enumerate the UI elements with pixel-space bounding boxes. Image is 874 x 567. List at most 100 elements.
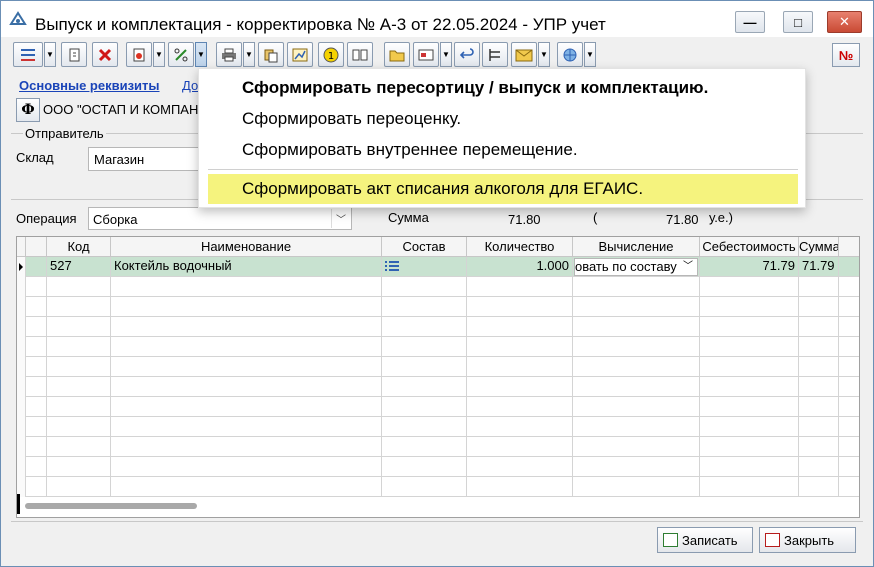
header-indicator	[17, 237, 26, 257]
sklad-field[interactable]: Магазин	[88, 147, 208, 171]
chart-icon	[292, 48, 308, 61]
sum-paren: (	[593, 210, 598, 225]
org-button[interactable]: Ф	[16, 98, 40, 122]
percent-icon	[174, 48, 188, 61]
list-dropdown[interactable]: ▼	[44, 42, 56, 67]
operation-label: Операция	[16, 211, 77, 226]
title-bar: Выпуск и комплектация - корректировка № …	[1, 1, 873, 37]
operation-select[interactable]: Сборка ﹀	[88, 207, 352, 230]
tab-second[interactable]: До	[182, 78, 198, 93]
table-row[interactable]	[17, 377, 859, 397]
header-quantity[interactable]: Количество	[467, 237, 573, 257]
row-indicator	[17, 277, 26, 297]
row-indicator	[17, 457, 26, 477]
cell-sum: 71.79	[799, 257, 839, 277]
horizontal-scrollbar[interactable]	[25, 503, 197, 509]
header-calculation[interactable]: Вычисление	[573, 237, 700, 257]
print-button[interactable]	[216, 42, 242, 67]
refresh-dropdown[interactable]: ▼	[153, 42, 165, 67]
app-window: Выпуск и комплектация - корректировка № …	[0, 0, 874, 567]
envelope-dropdown[interactable]: ▼	[538, 42, 550, 67]
print-dropdown[interactable]: ▼	[243, 42, 255, 67]
list-button[interactable]	[13, 42, 43, 67]
currency-label: у.е.)	[709, 210, 733, 225]
menu-item-regrade[interactable]: Сформировать пересортицу / выпуск и комп…	[208, 73, 798, 103]
close-window-button[interactable]: ✕	[827, 11, 862, 33]
context-menu: Сформировать пересортицу / выпуск и комп…	[198, 68, 806, 208]
items-grid[interactable]: Код Наименование Состав Количество Вычис…	[16, 236, 860, 518]
refresh-button[interactable]	[126, 42, 152, 67]
globe-dropdown[interactable]: ▼	[584, 42, 596, 67]
row-indicator	[17, 337, 26, 357]
chart-button[interactable]	[287, 42, 313, 67]
app-icon	[9, 11, 27, 25]
minimize-button[interactable]: —	[735, 11, 765, 33]
cell-composition[interactable]	[382, 257, 467, 277]
row-indicator	[17, 417, 26, 437]
calculation-combo[interactable]: овать по составу ﹀	[574, 258, 698, 276]
folder-icon	[389, 50, 405, 61]
one-icon: 1	[323, 47, 339, 62]
chevron-down-icon[interactable]: ﹀	[680, 259, 696, 275]
header-cost[interactable]: Себестоимость	[700, 237, 799, 257]
save-button[interactable]: Записать	[657, 527, 753, 553]
table-row[interactable]	[17, 297, 859, 317]
menu-item-internal-transfer[interactable]: Сформировать внутреннее перемещение.	[208, 135, 798, 165]
paste-button[interactable]	[258, 42, 284, 67]
table-row[interactable]: 527 Коктейль водочный 1.000 овать по сос…	[17, 257, 859, 277]
header-sum[interactable]: Сумма	[799, 237, 839, 257]
table-row[interactable]	[17, 277, 859, 297]
print-icon	[222, 48, 236, 61]
menu-item-egais-writeoff[interactable]: Сформировать акт списания алкоголя для Е…	[208, 174, 798, 204]
close-button[interactable]: Закрыть	[759, 527, 856, 553]
composition-list-icon[interactable]	[385, 260, 399, 272]
sender-group-label: Отправитель	[23, 126, 106, 141]
tree-button[interactable]	[482, 42, 508, 67]
row-indicator	[17, 317, 26, 337]
number-button[interactable]: №	[832, 43, 860, 67]
sum-value: 71.80	[508, 212, 541, 227]
tabs-row: Основные реквизиты До	[19, 78, 198, 93]
chevron-down-icon[interactable]: ﹀	[331, 209, 350, 228]
cell-calculation[interactable]: овать по составу ﹀	[573, 257, 700, 277]
card-icon	[418, 49, 434, 60]
envelope-button[interactable]	[511, 42, 537, 67]
copy-button[interactable]	[61, 42, 87, 67]
table-row[interactable]	[17, 457, 859, 477]
folder-button[interactable]	[384, 42, 410, 67]
percent-button[interactable]	[168, 42, 194, 67]
operation-value: Сборка	[93, 212, 138, 227]
delete-button[interactable]	[92, 42, 118, 67]
header-blank	[26, 237, 47, 257]
book-button[interactable]	[347, 42, 373, 67]
copy-icon	[69, 48, 80, 61]
maximize-button[interactable]: □	[783, 11, 813, 33]
header-code[interactable]: Код	[47, 237, 111, 257]
table-row[interactable]	[17, 477, 859, 497]
globe-button[interactable]	[557, 42, 583, 67]
one-button[interactable]: 1	[318, 42, 344, 67]
percent-dropdown[interactable]: ▼	[195, 42, 207, 67]
table-row[interactable]	[17, 337, 859, 357]
refresh-icon	[133, 48, 145, 61]
undo-button[interactable]	[454, 42, 480, 67]
close-icon: ✕	[839, 14, 850, 29]
row-indicator	[17, 397, 26, 417]
table-row[interactable]	[17, 317, 859, 337]
header-composition[interactable]: Состав	[382, 237, 467, 257]
header-name[interactable]: Наименование	[111, 237, 382, 257]
tab-main-details[interactable]: Основные реквизиты	[19, 78, 160, 93]
envelope-icon	[515, 49, 533, 61]
card-button[interactable]	[413, 42, 439, 67]
row-indicator	[17, 297, 26, 317]
cell-cost: 71.79	[700, 257, 799, 277]
card-dropdown[interactable]: ▼	[440, 42, 452, 67]
table-row[interactable]	[17, 417, 859, 437]
menu-item-revaluation[interactable]: Сформировать переоценку.	[208, 104, 798, 134]
table-row[interactable]	[17, 437, 859, 457]
cell-name: Коктейль водочный	[111, 257, 382, 277]
table-row[interactable]	[17, 357, 859, 377]
table-row[interactable]	[17, 397, 859, 417]
row-indicator	[17, 377, 26, 397]
list-icon	[21, 48, 35, 61]
